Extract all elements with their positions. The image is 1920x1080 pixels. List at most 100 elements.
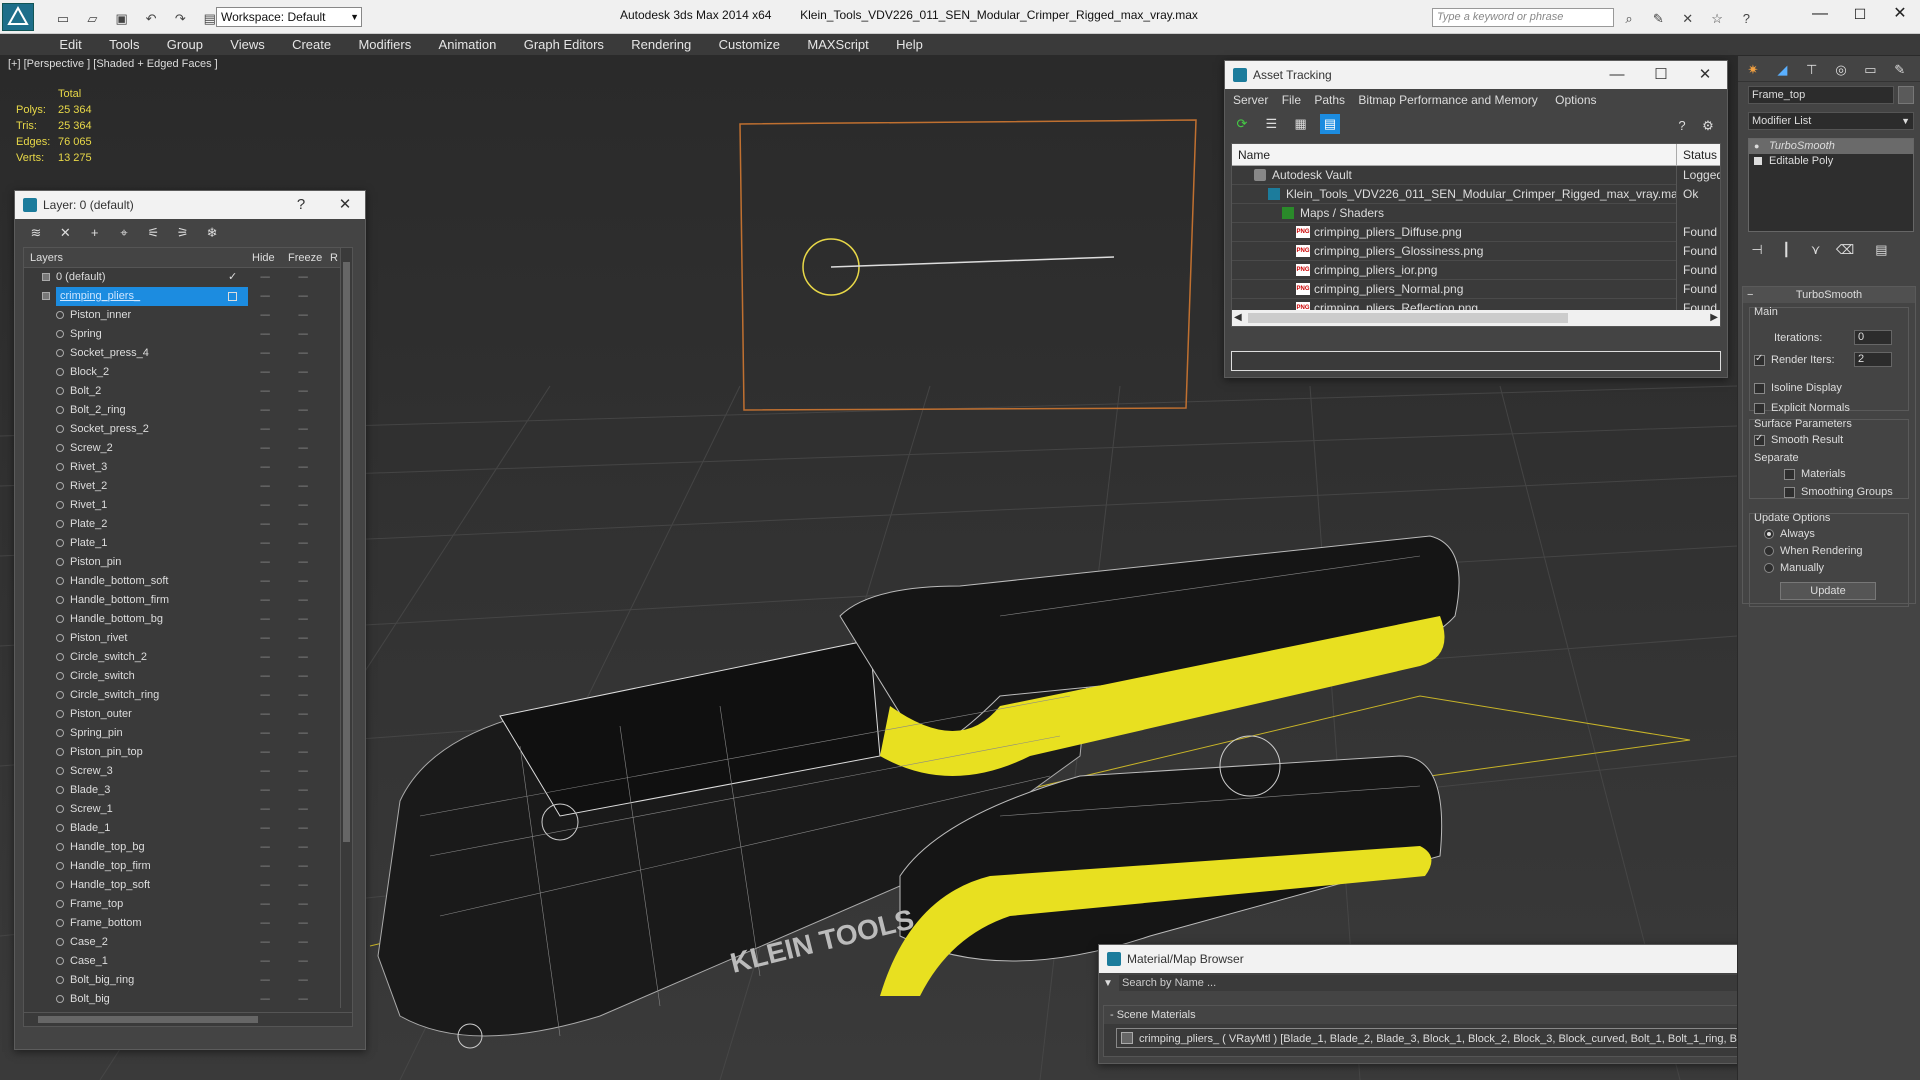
layer-row[interactable]: Socket_press_4 ---- ---- <box>24 344 352 363</box>
layer-row[interactable]: Block_2 ---- ---- <box>24 363 352 382</box>
col-render[interactable]: R <box>330 248 338 268</box>
freeze-toggle[interactable]: ---- <box>298 819 308 838</box>
hide-toggle[interactable]: ---- <box>260 325 270 344</box>
freeze-toggle[interactable]: ---- <box>298 496 308 515</box>
add-to-layer-icon[interactable]: + <box>85 223 105 243</box>
current-layer-check-icon[interactable]: ✓ <box>228 268 237 287</box>
configure-sets-icon[interactable]: ▤ <box>1871 240 1891 260</box>
undo-icon[interactable]: ↶ <box>141 9 161 29</box>
layer-row[interactable]: Screw_1 ---- ---- <box>24 800 352 819</box>
hide-toggle[interactable]: ---- <box>260 990 270 1009</box>
layer-row[interactable]: Handle_bottom_soft ---- ---- <box>24 572 352 591</box>
freeze-toggle[interactable]: ---- <box>298 420 308 439</box>
menu-graph-editors[interactable]: Graph Editors <box>512 34 616 56</box>
layer-row[interactable]: Piston_rivet ---- ---- <box>24 629 352 648</box>
layer-list-vscroll[interactable] <box>340 248 352 1008</box>
hide-toggle[interactable]: ---- <box>260 762 270 781</box>
hide-toggle[interactable]: ---- <box>260 933 270 952</box>
show-end-result-icon[interactable]: ┃ <box>1776 240 1796 260</box>
asset-menu-server[interactable]: Server <box>1233 93 1268 107</box>
create-layer-icon[interactable]: ≋ <box>26 223 46 243</box>
layer-row[interactable]: Rivet_2 ---- ---- <box>24 477 352 496</box>
asset-hscroll[interactable]: ◀ ▶ <box>1232 310 1720 326</box>
asset-help-icon[interactable]: ? <box>1672 116 1692 136</box>
hide-toggle[interactable]: ---- <box>260 648 270 667</box>
filter-dropdown-icon[interactable]: ▼ <box>1103 978 1113 989</box>
layer-row[interactable]: Socket_press_2 ---- ---- <box>24 420 352 439</box>
layer-row[interactable]: Plate_2 ---- ---- <box>24 515 352 534</box>
update-manually-radio[interactable] <box>1764 563 1774 574</box>
object-name-field[interactable]: Frame_top <box>1748 86 1894 104</box>
freeze-toggle[interactable]: ---- <box>298 724 308 743</box>
subscription-icon[interactable]: ✎ <box>1648 9 1668 29</box>
layer-row[interactable]: 0 (default) ---- ---- ✓ <box>24 268 352 287</box>
layer-row[interactable]: Piston_pin_top ---- ---- <box>24 743 352 762</box>
freeze-toggle[interactable]: ---- <box>298 306 308 325</box>
asset-tracking-titlebar[interactable]: Asset Tracking — ☐ ✕ <box>1225 61 1727 89</box>
maximize-button[interactable]: ☐ <box>1840 0 1880 30</box>
hierarchy-tab-icon[interactable]: ⊤ <box>1802 60 1822 80</box>
search-input[interactable]: Type a keyword or phrase <box>1432 8 1614 27</box>
menu-views[interactable]: Views <box>218 34 276 56</box>
freeze-toggle[interactable]: ---- <box>298 325 308 344</box>
layer-row[interactable]: Case_1 ---- ---- <box>24 952 352 971</box>
hide-toggle[interactable]: ---- <box>260 344 270 363</box>
minimize-icon[interactable]: — <box>1595 61 1639 89</box>
close-icon[interactable]: ✕ <box>323 191 367 219</box>
layer-row[interactable]: Rivet_1 ---- ---- <box>24 496 352 515</box>
asset-path-field[interactable] <box>1231 351 1721 371</box>
asset-row[interactable]: Autodesk Vault Logged <box>1232 166 1720 185</box>
freeze-toggle[interactable]: ---- <box>298 933 308 952</box>
hide-toggle[interactable]: ---- <box>260 857 270 876</box>
freeze-all-icon[interactable]: ❄ <box>202 223 222 243</box>
freeze-toggle[interactable]: ---- <box>298 268 308 287</box>
menu-customize[interactable]: Customize <box>707 34 792 56</box>
close-icon[interactable]: ✕ <box>1683 61 1727 89</box>
display-tab-icon[interactable]: ▭ <box>1860 60 1880 80</box>
hide-toggle[interactable]: ---- <box>260 838 270 857</box>
layer-row[interactable]: Case_2 ---- ---- <box>24 933 352 952</box>
menu-create[interactable]: Create <box>280 34 343 56</box>
freeze-toggle[interactable]: ---- <box>298 401 308 420</box>
create-tab-icon[interactable]: ✷ <box>1743 60 1763 80</box>
thumbnail-view-icon[interactable]: ▦ <box>1291 114 1311 134</box>
modifier-list-dropdown[interactable]: Modifier List ▼ <box>1748 112 1914 130</box>
asset-row[interactable]: Klein_Tools_VDV226_011_SEN_Modular_Crimp… <box>1232 185 1720 204</box>
freeze-toggle[interactable]: ---- <box>298 477 308 496</box>
close-button[interactable]: ✕ <box>1880 0 1920 30</box>
hide-toggle[interactable]: ---- <box>260 800 270 819</box>
freeze-toggle[interactable]: ---- <box>298 363 308 382</box>
hide-toggle[interactable]: ---- <box>260 534 270 553</box>
smooth-result-checkbox[interactable] <box>1754 433 1765 446</box>
col-layers[interactable]: Layers <box>30 248 63 268</box>
hide-toggle[interactable]: ---- <box>260 876 270 895</box>
viewport-label[interactable]: [+] [Perspective ] [Shaded + Edged Faces… <box>8 58 218 70</box>
freeze-toggle[interactable]: ---- <box>298 838 308 857</box>
hide-toggle[interactable]: ---- <box>260 363 270 382</box>
hide-toggle[interactable]: ---- <box>260 914 270 933</box>
stack-item-turbosmooth[interactable]: ● TurboSmooth <box>1749 139 1913 154</box>
freeze-toggle[interactable]: ---- <box>298 952 308 971</box>
freeze-toggle[interactable]: ---- <box>298 743 308 762</box>
asset-menu-paths[interactable]: Paths <box>1314 93 1345 107</box>
freeze-toggle[interactable]: ---- <box>298 534 308 553</box>
asset-row[interactable]: PNG crimping_pliers_Normal.png Found <box>1232 280 1720 299</box>
hide-toggle[interactable]: ---- <box>260 458 270 477</box>
new-file-icon[interactable]: ▭ <box>53 9 73 29</box>
asset-menu-file[interactable]: File <box>1282 93 1301 107</box>
freeze-toggle[interactable]: ---- <box>298 648 308 667</box>
hide-toggle[interactable]: ---- <box>260 496 270 515</box>
freeze-toggle[interactable]: ---- <box>298 553 308 572</box>
menu-maxscript[interactable]: MAXScript <box>795 34 880 56</box>
hide-toggle[interactable]: ---- <box>260 401 270 420</box>
refresh-icon[interactable]: ⟳ <box>1232 114 1252 134</box>
layer-row[interactable]: Frame_top ---- ---- <box>24 895 352 914</box>
menu-help[interactable]: Help <box>884 34 935 56</box>
layer-row[interactable]: Circle_switch ---- ---- <box>24 667 352 686</box>
separate-materials-checkbox[interactable] <box>1784 468 1795 480</box>
highlight-layer-icon[interactable]: ⚟ <box>143 223 163 243</box>
layer-row[interactable]: Piston_outer ---- ---- <box>24 705 352 724</box>
separate-smoothing-checkbox[interactable] <box>1784 486 1795 498</box>
hide-toggle[interactable]: ---- <box>260 306 270 325</box>
freeze-toggle[interactable]: ---- <box>298 762 308 781</box>
